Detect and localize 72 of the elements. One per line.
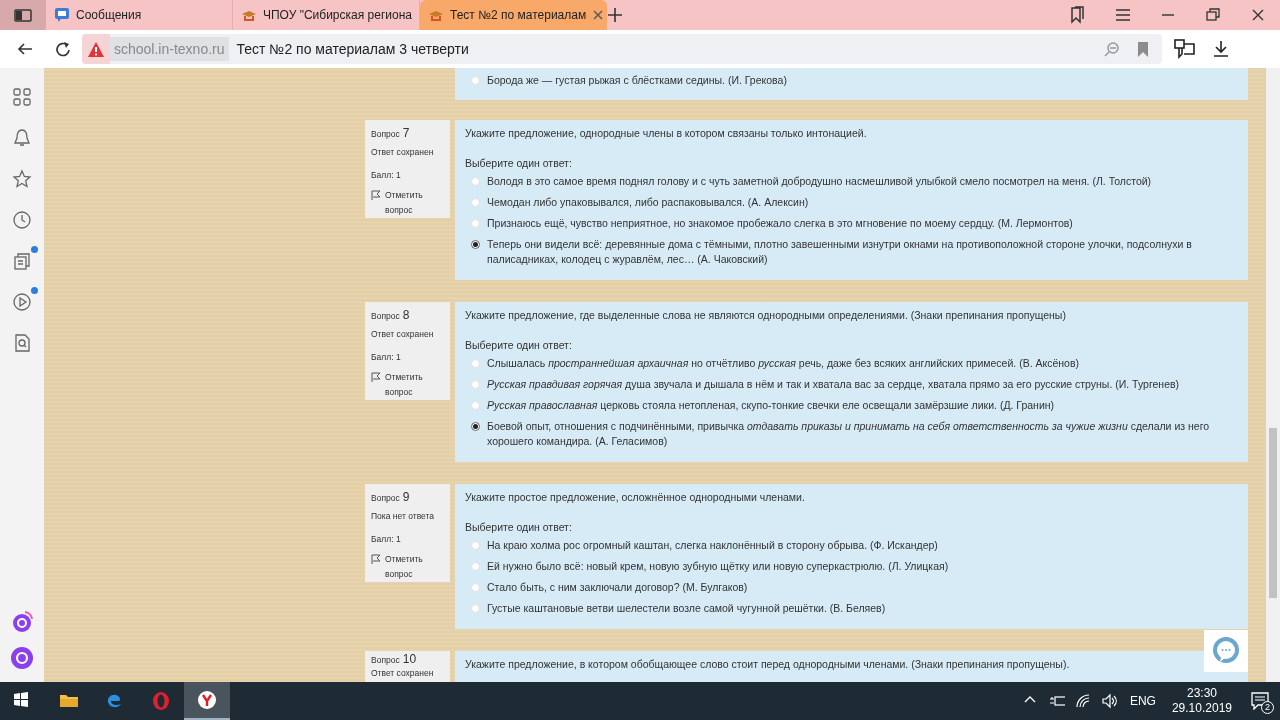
answer-text: Русская правдивая горячая душа звучала и дышала в нём и так и хватала вас за сердце, хватала прямо за его русские струны. (И. Тургенев) bbox=[487, 377, 1180, 392]
notification-icon bbox=[1251, 692, 1269, 710]
grid-icon[interactable] bbox=[12, 86, 32, 107]
flag-question-link[interactable]: Отметить вопрос bbox=[385, 369, 444, 400]
radio-button[interactable] bbox=[471, 422, 480, 431]
question-status: Пока нет ответа bbox=[371, 510, 436, 523]
question-label: Вопрос bbox=[371, 128, 400, 141]
answer-text: Борода же — густая рыжая с блёстками седины. (И. Грекова) bbox=[487, 73, 787, 88]
graduation-cap-icon bbox=[241, 8, 257, 22]
chat-button[interactable] bbox=[1204, 630, 1248, 672]
document-search-icon[interactable] bbox=[12, 332, 32, 353]
flag-icon[interactable] bbox=[371, 553, 381, 565]
scrollbar[interactable] bbox=[1266, 68, 1280, 682]
sidebar-toggle-icon[interactable] bbox=[14, 8, 32, 22]
bell-icon[interactable] bbox=[12, 127, 32, 148]
question-status: Ответ сохранен bbox=[371, 146, 435, 159]
question-label: Вопрос bbox=[371, 492, 400, 505]
answer-text: Стало быть, с ним заключали договор? (М. Булгаков) bbox=[487, 580, 748, 595]
flag-question-link[interactable]: Отметить вопрос bbox=[385, 187, 444, 218]
flag-icon[interactable] bbox=[371, 189, 381, 201]
answer-text: Слышалась пространнейшая архаичная но отчётливо русская речь, даже без всяких английских примесей. (В. Аксёнов) bbox=[487, 356, 1079, 371]
question-number: 10 bbox=[402, 653, 417, 666]
answer-prompt: Выберите один ответ: bbox=[465, 156, 573, 170]
notification-count: 2 bbox=[1261, 701, 1274, 714]
flag-question-link[interactable]: Отметить вопрос bbox=[385, 551, 444, 582]
answer-text: Признаюсь ещё, чувство неприятное, но знакомое пробежало слегка в это мгновение по моему сердцу. (М. Лермонтов) bbox=[487, 216, 1073, 231]
answer-text: Боевой опыт, отношения с подчинёнными, привычка отдавать приказы и принимать на себя ответственность за чужие жизни сделали из него хорошего командира. (А. Геласимов) bbox=[487, 419, 1211, 449]
question-text: Укажите предложение, однородные члены в котором связаны только интонацией. bbox=[465, 126, 868, 140]
question-label: Вопрос bbox=[371, 654, 400, 667]
notifications-button[interactable]: 2 bbox=[1240, 682, 1280, 720]
chat-icon bbox=[54, 7, 70, 23]
question-text: Укажите предложение, где выделенные слова не являются однородными определениями. (Знаки препинания пропущены) bbox=[465, 308, 1067, 322]
question-text: Укажите предложение, в котором обобщающее слово стоит перед однородными членами. (Знаки препинания пропущены). bbox=[465, 657, 1071, 671]
question-score: Балл: 1 bbox=[371, 532, 402, 546]
zoom-icon[interactable] bbox=[1104, 41, 1120, 57]
clock[interactable]: 23:30 29.10.2019 bbox=[1163, 686, 1240, 716]
chat-icon bbox=[1211, 636, 1241, 666]
question-status: Ответ сохранен bbox=[371, 328, 435, 341]
answer-prompt: Выберите один ответ: bbox=[465, 338, 573, 352]
question-status: Ответ сохранен bbox=[371, 667, 435, 680]
cards-icon[interactable] bbox=[12, 250, 32, 271]
assistant-icon[interactable] bbox=[11, 610, 33, 634]
answer-prompt: Выберите один ответ: bbox=[465, 520, 573, 534]
play-icon[interactable] bbox=[12, 291, 32, 312]
question-number: 7 bbox=[402, 125, 410, 142]
page-title: Тест №2 по материалам 3 четверти bbox=[236, 39, 470, 59]
answer-text: Густые каштановые ветви шелестели возле самой чугунной решётки. (В. Беляев) bbox=[487, 601, 886, 616]
warning-icon[interactable] bbox=[82, 34, 110, 64]
bookmark-icon[interactable] bbox=[1136, 41, 1150, 57]
answer-text: Теперь они видели всё: деревянные дома с тёмными, плотно завешенными изнутри окнами на противоположной стороне улочки, подсолнухи в палисадниках, колодец с журавлём, лес… (А. Чаковский) bbox=[487, 237, 1193, 267]
clock-icon[interactable] bbox=[12, 209, 32, 230]
answer-text: На краю холма рос огромный каштан, слегка наклонённый в сторону обрыва. (Ф. Искандер) bbox=[487, 538, 938, 553]
answer-text: Чемодан либо упаковывался, либо распаковывался. (А. Алексин) bbox=[487, 195, 809, 210]
radio-button[interactable] bbox=[471, 240, 480, 249]
question-number: 9 bbox=[402, 489, 410, 506]
question-score: Балл: 1 bbox=[371, 350, 402, 364]
question-label: Вопрос bbox=[371, 310, 400, 323]
language-indicator[interactable]: ENG bbox=[1129, 692, 1156, 710]
star-icon[interactable] bbox=[12, 168, 32, 189]
answer-text: Русская православная церковь стояла нетопленая, скупо-тонкие свечки еле освещали замёрзшие лики. (Д. Гранин) bbox=[487, 398, 1055, 413]
flag-icon[interactable] bbox=[371, 371, 381, 383]
close-icon[interactable] bbox=[592, 9, 605, 21]
answer-text: Ей нужно было всё: новый крем, новую зубную щётку или новую суперкастрюлю. (Л. Улицкая) bbox=[487, 559, 949, 574]
download-icon[interactable] bbox=[1212, 40, 1230, 58]
browser-tab[interactable]: Тест №2 по материалам bbox=[420, 0, 607, 30]
yandex-browser-icon[interactable] bbox=[184, 682, 230, 720]
graduation-cap-icon bbox=[428, 8, 444, 22]
question-score: Балл: 1 bbox=[371, 168, 402, 182]
alice-icon[interactable] bbox=[10, 646, 34, 670]
question-text: Укажите простое предложение, осложнённое однородными членами. bbox=[465, 490, 806, 504]
question-number: 8 bbox=[402, 307, 410, 324]
answer-text: Володя в это самое время поднял голову и с чуть заметной добродушно насмешливой улыбкой смело посмотрел на меня. (Л. Толстой) bbox=[487, 174, 1152, 189]
